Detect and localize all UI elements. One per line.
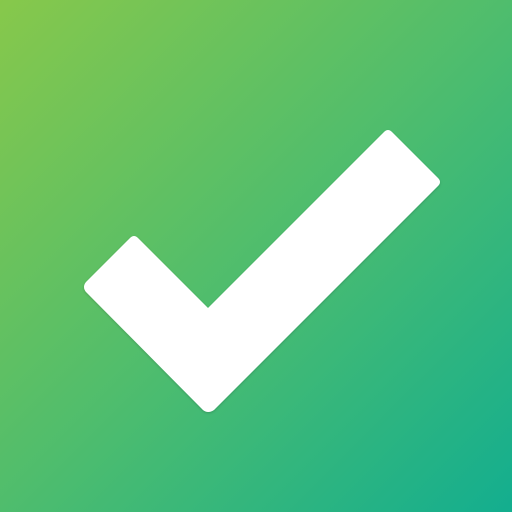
app-icon-background — [0, 0, 512, 512]
checkmark-glyph — [84, 130, 440, 412]
checkmark-icon — [84, 130, 440, 412]
